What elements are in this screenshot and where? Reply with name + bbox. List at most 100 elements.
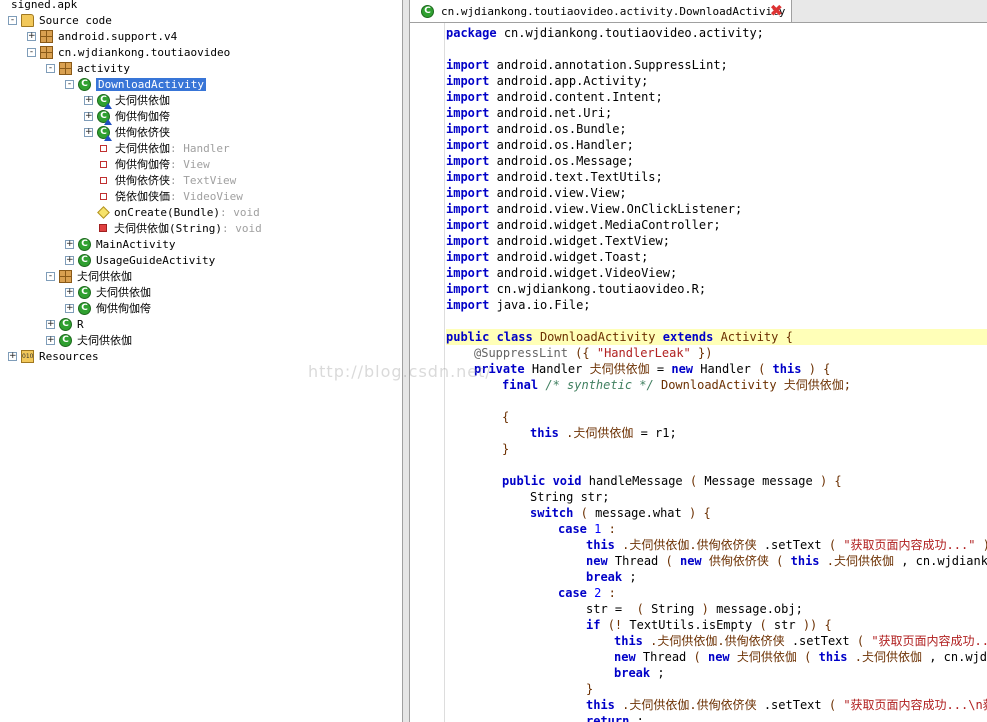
code-token: (: [828, 698, 837, 712]
tree-item[interactable]: +010 Resources: [8, 348, 99, 364]
code-line: new Thread ( new 仧伺供依伽 ( this .仧伺供依伽 , c…: [446, 649, 987, 665]
expand-icon[interactable]: +: [46, 335, 55, 345]
code-token: {: [823, 362, 831, 376]
tree-item[interactable]: onCreate(Bundle) : void: [84, 204, 260, 220]
field-icon: [100, 192, 107, 200]
collapse-icon[interactable]: -: [46, 271, 55, 281]
collapse-icon[interactable]: -: [46, 63, 55, 73]
tree-item[interactable]: - 仧伺供依伽: [46, 268, 132, 284]
code-token: import: [446, 234, 490, 248]
package-icon: [40, 45, 53, 59]
tree-item[interactable]: - C DownloadActivity: [65, 76, 206, 92]
expand-icon[interactable]: +: [65, 239, 74, 249]
editor-tab[interactable]: C cn.wjdiankong.toutiaovideo.activity.Do…: [410, 0, 792, 22]
tree-item[interactable]: - Source code: [8, 12, 112, 28]
code-token: cn.wjdiankong.toutiaovideo.activity;: [503, 26, 764, 40]
code-token: Thread: [614, 554, 659, 568]
tree-item[interactable]: + C 仧伺供依伽: [65, 284, 151, 300]
expand-icon[interactable]: +: [46, 319, 55, 329]
code-line: import android.text.TextUtils;: [446, 169, 987, 185]
code-token: ): [808, 362, 816, 376]
package-tree-panel[interactable]: signed.apk - Source code + android.support.v…: [0, 0, 403, 722]
panel-splitter[interactable]: [403, 0, 410, 722]
code-line: import android.view.View;: [446, 185, 987, 201]
code-token: import: [446, 298, 490, 312]
code-token: );: [983, 538, 987, 552]
tree-item[interactable]: 仧伺供依伽 : Handler: [84, 140, 230, 156]
tree-item[interactable]: - cn.wjdiankong.toutiaovideo: [27, 44, 230, 60]
code-token: "HandlerLeak": [596, 346, 691, 360]
tree-item[interactable]: + C R: [46, 316, 84, 332]
tree-item[interactable]: + C 供侚依侪侠: [84, 124, 170, 141]
code-token: (: [665, 554, 673, 568]
code-token: new: [707, 650, 730, 664]
collapse-icon[interactable]: -: [65, 79, 74, 89]
tree-item[interactable]: 供侚依侪侠 : TextView: [84, 172, 236, 188]
code-token: .仧伺供依伽.供侚依侪侠: [622, 538, 757, 552]
tree-item[interactable]: + C UsageGuideActivity: [65, 252, 215, 268]
tree-item[interactable]: + C 仧伺供依伽: [46, 332, 132, 348]
tree-item[interactable]: 侥依伽侠価 : VideoView: [84, 188, 243, 204]
code-token: 2: [594, 586, 602, 600]
expand-icon[interactable]: +: [27, 31, 36, 41]
code-token: str: [773, 618, 796, 632]
code-token: android.widget.VideoView;: [496, 266, 678, 280]
tree-item[interactable]: 侚供侚伽侉 : View: [84, 156, 210, 172]
code-token: public void: [502, 474, 582, 488]
code-token: = r1;: [640, 426, 677, 440]
code-token: this: [772, 362, 802, 376]
expand-icon[interactable]: +: [65, 255, 74, 265]
code-token: new: [671, 362, 694, 376]
tree-item[interactable]: - activity: [46, 60, 130, 76]
code-token: import: [446, 266, 490, 280]
code-line: import android.os.Message;: [446, 153, 987, 169]
code-token: android.view.View;: [496, 186, 627, 200]
code-token: (!: [607, 618, 623, 632]
tree-item-label: signed.apk: [11, 0, 78, 11]
code-line: final /* synthetic */ DownloadActivity 仧…: [446, 377, 987, 393]
tree-item[interactable]: + C MainActivity: [65, 236, 175, 252]
close-tab-icon[interactable]: ✖: [770, 1, 783, 20]
collapse-icon[interactable]: -: [8, 15, 17, 25]
tree-item-label: android.support.v4: [58, 29, 178, 43]
code-token: .仧伺供依伽: [566, 426, 634, 440]
code-token: break: [614, 666, 651, 680]
code-line: public void handleMessage ( Message mess…: [446, 473, 987, 489]
code-token: import: [446, 218, 490, 232]
code-line: case 2 :: [446, 585, 987, 601]
expand-icon[interactable]: +: [8, 351, 17, 361]
code-token: cn.wjdiankong.toutiaovideo.R;: [496, 282, 707, 296]
code-token: import: [446, 282, 490, 296]
tree-item-label: 仧伺供依伽: [115, 94, 170, 107]
tree-item-label: cn.wjdiankong.toutiaovideo: [58, 45, 231, 59]
tree-item[interactable]: + C 侚供侚伽侉: [65, 300, 151, 316]
code-line: @SuppressLint ({ "HandlerLeak" }): [446, 345, 987, 361]
code-token: android.widget.TextView;: [496, 234, 670, 248]
code-token: ;: [636, 714, 644, 722]
tree-item[interactable]: signed.apk: [8, 0, 77, 12]
code-token: this: [818, 650, 848, 664]
expand-icon[interactable]: +: [65, 287, 74, 297]
tree-item[interactable]: + C 仧伺供依伽: [84, 92, 170, 109]
code-token: .setText: [791, 634, 850, 648]
code-line: import android.net.Uri;: [446, 105, 987, 121]
tree-item-label: R: [77, 317, 84, 331]
editor-gutter: [410, 23, 445, 722]
code-line: import android.os.Bundle;: [446, 121, 987, 137]
code-token: this: [586, 538, 615, 552]
tree-item[interactable]: + android.support.v4: [27, 28, 177, 44]
code-token: ): [701, 602, 709, 616]
tree-item[interactable]: + C 侚供侚伽侉: [84, 108, 170, 125]
expand-icon[interactable]: +: [84, 111, 93, 121]
code-token: (: [758, 362, 766, 376]
expand-icon[interactable]: +: [84, 127, 93, 137]
tree-item[interactable]: 仧伺供依伽(String) : void: [84, 220, 262, 236]
expand-icon[interactable]: +: [65, 303, 74, 313]
collapse-icon[interactable]: -: [27, 47, 36, 57]
tree-item-label: 侚供侚伽侉: [115, 158, 170, 171]
expand-icon[interactable]: +: [84, 95, 93, 105]
package-icon: [59, 61, 72, 75]
code-token: android.os.Handler;: [496, 138, 634, 152]
tree-item-label: 仧伺供依伽: [77, 334, 132, 347]
